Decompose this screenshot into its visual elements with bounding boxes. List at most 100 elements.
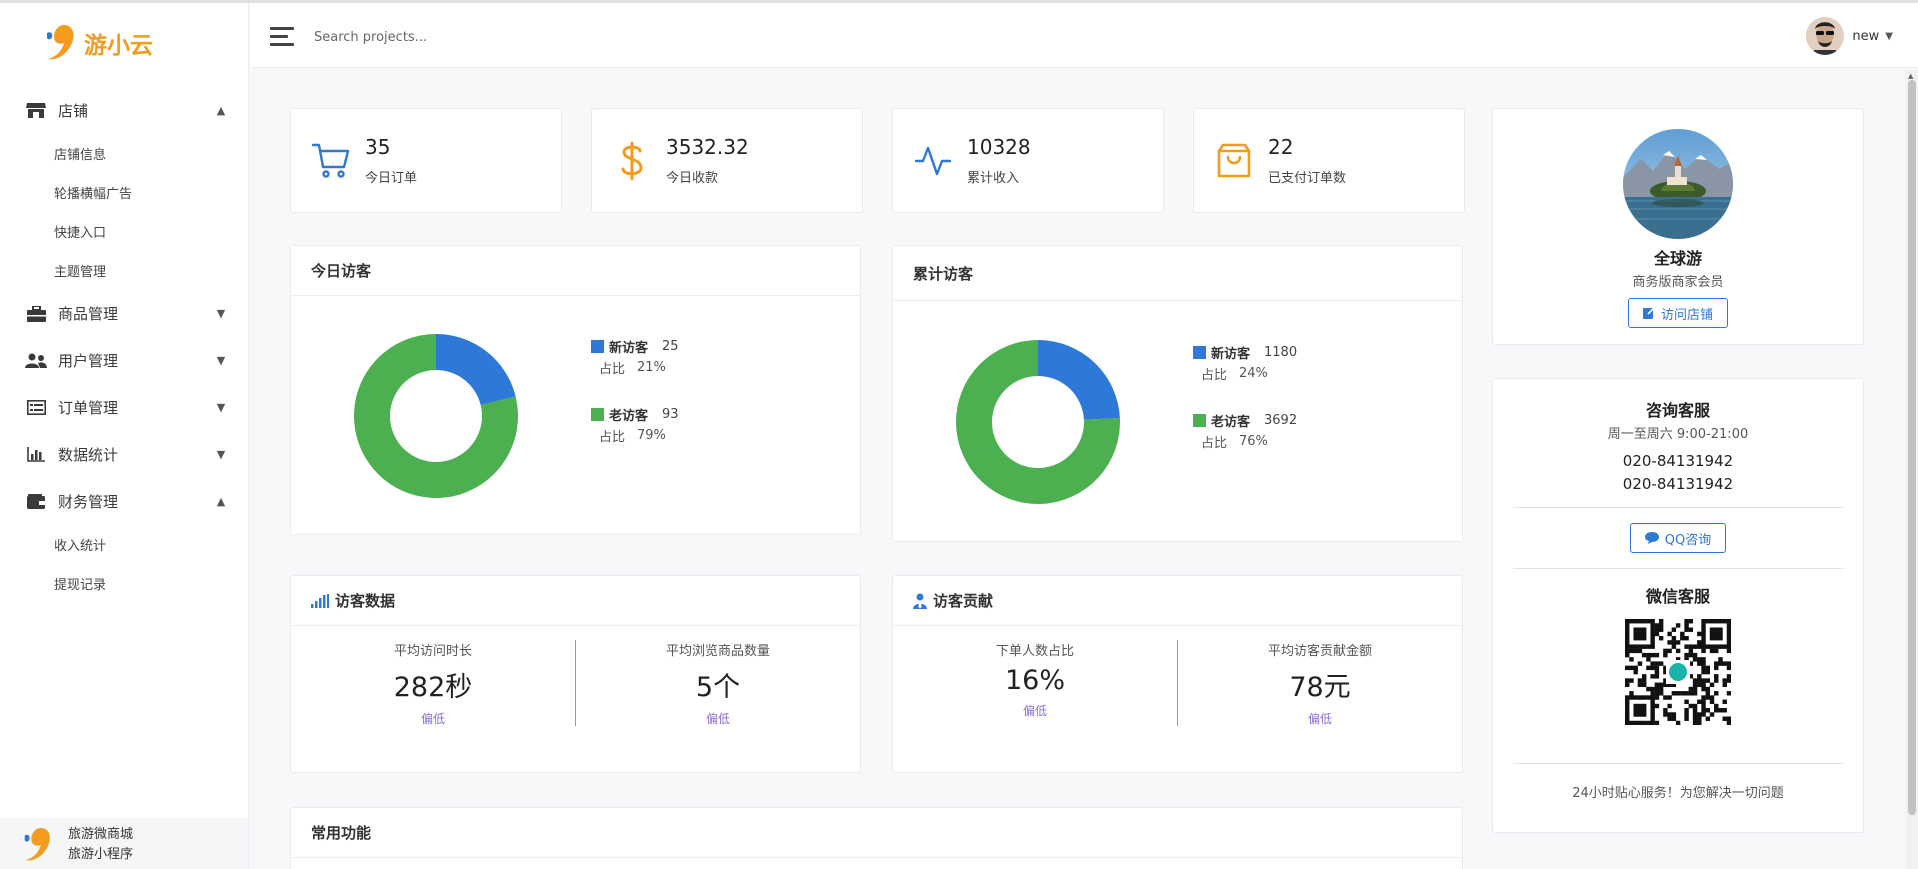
legend-ratio-label: 占比 xyxy=(1201,367,1228,383)
sidebar-group-label: 店铺 xyxy=(58,102,89,120)
common-functions-card: 常用功能 xyxy=(290,807,1463,869)
sidebar: 游小云 店铺 ▲ 店铺信息 轮播横幅广告 快捷入口 主题管理 商品管理 ▼ 用户… xyxy=(0,3,249,869)
divider xyxy=(1513,763,1843,764)
sidebar-item-banner-ads[interactable]: 轮播横幅广告 xyxy=(0,173,248,212)
card-title: 今日访客 xyxy=(291,246,860,296)
legend-ratio-label: 占比 xyxy=(1201,435,1228,451)
sidebar-group-label: 用户管理 xyxy=(58,352,119,370)
footer-line-1: 旅游微商城 xyxy=(68,827,134,842)
chevron-up-icon: ▲ xyxy=(216,495,226,508)
wechat-title: 微信客服 xyxy=(1645,587,1710,606)
legend-ratio-label: 占比 xyxy=(599,429,626,445)
sidebar-item-income-stats[interactable]: 收入统计 xyxy=(0,525,248,564)
stat-card-total-income: 10328 累计收入 xyxy=(892,108,1164,213)
visit-store-label: 访问店铺 xyxy=(1660,307,1713,323)
stat-value: 22 xyxy=(1268,135,1294,159)
sidebar-item-themes[interactable]: 主题管理 xyxy=(0,251,248,290)
metric-note: 偏低 xyxy=(420,712,445,726)
legend-ratio: 21% xyxy=(637,359,666,375)
sidebar-item-withdraw-records[interactable]: 提现记录 xyxy=(0,564,248,603)
logo-icon xyxy=(24,828,50,861)
wechat-qr-code xyxy=(1625,619,1732,726)
stat-value: 10328 xyxy=(967,135,1031,159)
total-visitors-card: 累计访客 新访客 1180 占比 24% 老访客 3692 占比 76% xyxy=(892,245,1463,542)
wallet-icon xyxy=(25,493,47,511)
scrollbar-thumb[interactable] xyxy=(1908,80,1916,815)
sidebar-item-store-info[interactable]: 店铺信息 xyxy=(0,134,248,173)
sidebar-group-label: 财务管理 xyxy=(58,493,119,511)
sidebar-group-finance[interactable]: 财务管理 ▲ xyxy=(0,478,248,525)
metric-label: 平均访客贡献金额 xyxy=(1267,644,1372,659)
legend-count: 3692 xyxy=(1264,412,1298,428)
list-icon xyxy=(25,399,47,417)
legend-count: 1180 xyxy=(1264,344,1298,360)
today-visitors-donut xyxy=(336,316,536,520)
scroll-up-icon[interactable]: ▲ xyxy=(1908,72,1913,80)
sidebar-group-statistics[interactable]: 数据统计 ▼ xyxy=(0,431,248,478)
sidebar-group-orders[interactable]: 订单管理 ▼ xyxy=(0,384,248,431)
logo-icon xyxy=(47,25,74,60)
legend-swatch xyxy=(1193,413,1206,427)
briefcase-icon xyxy=(25,305,47,323)
user-menu[interactable]: new ▼ xyxy=(1806,17,1893,55)
metric-label: 下单人数占比 xyxy=(995,644,1074,659)
chevron-down-icon: ▼ xyxy=(1885,30,1893,42)
sidebar-item-shortcuts[interactable]: 快捷入口 xyxy=(0,212,248,251)
support-title: 咨询客服 xyxy=(1645,401,1710,420)
shopping-bag-icon xyxy=(1214,141,1254,181)
legend-ratio: 79% xyxy=(637,427,666,443)
legend-name: 老访客 xyxy=(609,408,649,424)
avatar xyxy=(1806,17,1845,55)
support-phone: 020-84131942 xyxy=(1622,475,1734,493)
metric-label: 平均访问时长 xyxy=(393,644,472,659)
metric-avg-products-viewed: 平均浏览商品数量 5个 偏低 xyxy=(576,640,860,730)
user-tie-icon xyxy=(913,593,927,609)
qq-consult-label: QQ咨询 xyxy=(1664,532,1712,548)
sidebar-group-products[interactable]: 商品管理 ▼ xyxy=(0,290,248,337)
activity-icon xyxy=(913,141,953,181)
metric-note: 偏低 xyxy=(1307,712,1332,726)
sidebar-group-label: 数据统计 xyxy=(58,446,119,464)
chevron-down-icon: ▼ xyxy=(216,307,226,320)
visit-store-button[interactable]: 访问店铺 xyxy=(1627,298,1728,328)
donut-slice-新访客 xyxy=(436,334,516,406)
stat-card-paid-orders: 22 已支付订单数 xyxy=(1193,108,1465,213)
brand-logo[interactable]: 游小云 xyxy=(42,21,153,65)
metric-label: 平均浏览商品数量 xyxy=(665,644,770,659)
stat-label: 累计收入 xyxy=(967,171,1020,186)
legend-swatch xyxy=(591,407,604,421)
visitor-data-metrics: 平均访问时长 282秒 偏低 平均浏览商品数量 5个 偏低 xyxy=(291,640,860,730)
today-visitors-card: 今日访客 新访客 25 占比 21% 老访客 93 占比 79% xyxy=(290,245,861,535)
visitor-contribution-card: 访客贡献 下单人数占比 16% 偏低 平均访客贡献金额 78元 偏低 xyxy=(892,575,1463,773)
divider xyxy=(1513,507,1843,508)
metric-note: 偏低 xyxy=(705,712,730,726)
sidebar-group-users[interactable]: 用户管理 ▼ xyxy=(0,337,248,384)
legend-ratio: 76% xyxy=(1239,433,1268,449)
search-input[interactable] xyxy=(314,23,714,51)
card-title: 累计访客 xyxy=(893,246,1462,301)
total-visitors-legend: 新访客 1180 占比 24% 老访客 3692 占比 76% xyxy=(1193,342,1297,452)
menu-toggle-icon[interactable] xyxy=(270,27,294,47)
sidebar-group-label: 商品管理 xyxy=(58,305,119,323)
donut-slice-新访客 xyxy=(1038,340,1120,420)
chat-bubble-icon xyxy=(1644,532,1659,544)
users-icon xyxy=(25,352,47,370)
card-title: 访客数据 xyxy=(335,592,396,610)
metric-note: 偏低 xyxy=(1022,704,1047,718)
legend-ratio-label: 占比 xyxy=(599,361,626,377)
metric-value: 16% xyxy=(1004,665,1065,696)
qq-consult-button[interactable]: QQ咨询 xyxy=(1629,523,1727,553)
chevron-down-icon: ▼ xyxy=(216,448,226,461)
profile-card: 全球游 商务版商家会员 访问店铺 xyxy=(1492,108,1864,345)
stat-label: 今日收款 xyxy=(666,171,719,186)
page-scrollbar[interactable] xyxy=(1906,70,1918,869)
stat-card-today-orders: 35 今日订单 xyxy=(290,108,562,213)
support-phone: 020-84131942 xyxy=(1622,452,1734,470)
signal-bars-icon xyxy=(311,593,329,608)
today-visitors-legend: 新访客 25 占比 21% 老访客 93 占比 79% xyxy=(591,336,679,446)
shop-role: 商务版商家会员 xyxy=(1632,275,1724,290)
bar-chart-icon xyxy=(25,446,47,464)
support-footer-note: 24小时贴心服务！为您解决一切问题 xyxy=(1572,786,1784,801)
sidebar-group-store[interactable]: 店铺 ▲ xyxy=(0,87,248,134)
legend-swatch xyxy=(591,339,604,353)
